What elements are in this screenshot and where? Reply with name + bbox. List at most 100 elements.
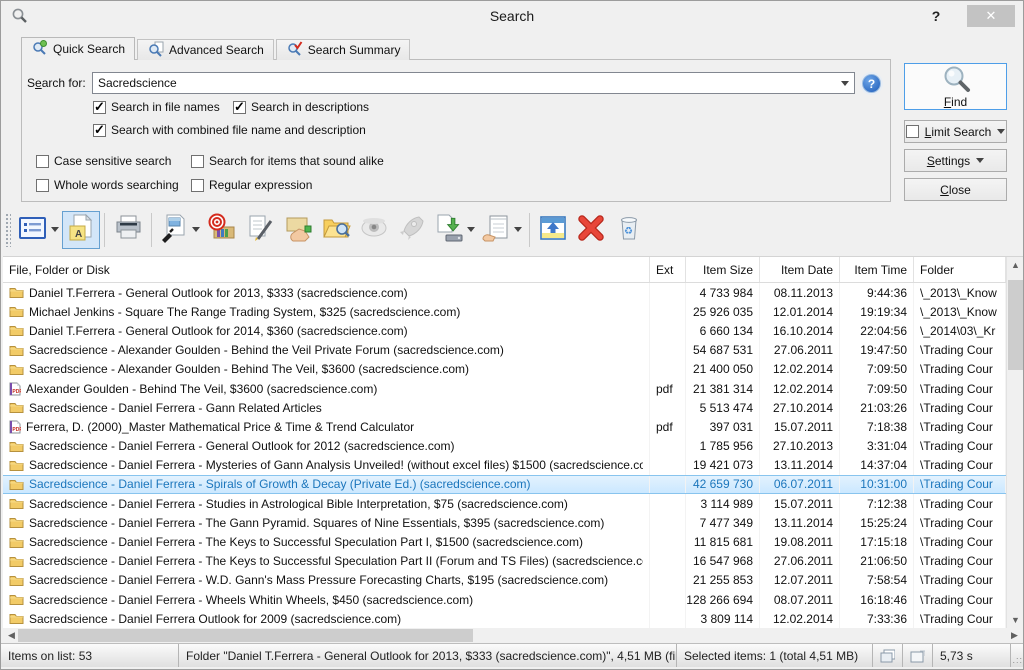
close-window-button[interactable]: ✕ [967, 5, 1015, 27]
cell-date: 16.10.2014 [760, 321, 840, 340]
remove-from-list-button[interactable] [572, 211, 610, 249]
table-row[interactable]: PDFAlexander Goulden - Behind The Veil, … [3, 379, 1006, 398]
item-name: Sacredscience - Alexander Goulden - Behi… [29, 362, 469, 376]
close-button[interactable]: Close [904, 178, 1007, 201]
scroll-right-icon[interactable]: ▶ [1006, 628, 1023, 643]
search-input[interactable]: Sacredscience [92, 72, 855, 94]
chevron-down-icon[interactable] [514, 227, 522, 232]
cell-name: Sacredscience - Daniel Ferrera - General… [3, 437, 650, 456]
unchecked-checkbox-icon[interactable] [36, 179, 49, 192]
table-row[interactable]: Sacredscience - Daniel Ferrera Outlook f… [3, 609, 1006, 628]
copy-to-disk-button[interactable] [431, 211, 478, 249]
unchecked-checkbox-icon[interactable] [191, 179, 204, 192]
table-row[interactable]: Sacredscience - Daniel Ferrera - Spirals… [3, 475, 1006, 494]
edit-description-button[interactable] [241, 211, 279, 249]
column-header-item-size[interactable]: Item Size [686, 257, 760, 282]
table-row[interactable]: Sacredscience - Daniel Ferrera - The Gan… [3, 513, 1006, 532]
checked-checkbox-icon[interactable] [233, 101, 246, 114]
scroll-up-icon[interactable]: ▲ [1007, 257, 1024, 274]
table-row[interactable]: Sacredscience - Daniel Ferrera - Gann Re… [3, 398, 1006, 417]
delete-button[interactable]: ♻ [610, 211, 648, 249]
unchecked-checkbox-icon[interactable] [36, 155, 49, 168]
table-row[interactable]: Sacredscience - Daniel Ferrera - The Key… [3, 552, 1006, 571]
table-row[interactable]: PDFFerrera, D. (2000)_Master Mathematica… [3, 417, 1006, 436]
browse-folder-button[interactable] [317, 211, 355, 249]
cell-name: Michael Jenkins - Square The Range Tradi… [3, 302, 650, 321]
tab-search-summary[interactable]: Search Summary [276, 39, 411, 60]
table-row[interactable]: Sacredscience - Daniel Ferrera - W.D. Ga… [3, 571, 1006, 590]
print-button[interactable] [109, 211, 147, 249]
svg-text:PDF: PDF [12, 389, 21, 395]
column-header-file-folder-or-disk[interactable]: File, Folder or Disk [3, 257, 650, 282]
vertical-scrollbar[interactable]: ▲ ▼ [1006, 257, 1023, 629]
checkbox-case-sensitive-search[interactable]: Case sensitive search [36, 154, 191, 168]
table-row[interactable]: Sacredscience - Daniel Ferrera - Studies… [3, 494, 1006, 513]
cell-size: 19 421 073 [686, 456, 760, 475]
table-row[interactable]: Daniel T.Ferrera - General Outlook for 2… [3, 321, 1006, 340]
unchecked-checkbox-icon[interactable] [191, 155, 204, 168]
new-folder-icon[interactable] [903, 644, 933, 667]
checked-checkbox-icon[interactable] [93, 124, 106, 137]
table-row[interactable]: Sacredscience - Daniel Ferrera - Wheels … [3, 590, 1006, 609]
table-row[interactable]: Michael Jenkins - Square The Range Tradi… [3, 302, 1006, 321]
cell-folder: \Trading Cour [914, 417, 1006, 436]
tab-quick-search[interactable]: Quick Search [21, 37, 135, 60]
table-row[interactable]: Sacredscience - Daniel Ferrera - The Key… [3, 532, 1006, 551]
table-row[interactable]: Sacredscience - Daniel Ferrera - General… [3, 437, 1006, 456]
checkbox-search-in-descriptions[interactable]: Search in descriptions [233, 100, 369, 114]
chevron-down-icon[interactable] [51, 227, 59, 232]
export-button[interactable] [156, 211, 203, 249]
magnifier-icon [941, 64, 971, 94]
checkbox-label: Whole words searching [54, 178, 179, 192]
vertical-scroll-thumb[interactable] [1008, 280, 1023, 370]
column-header-item-date[interactable]: Item Date [760, 257, 840, 282]
help-button[interactable]: ? [923, 5, 949, 27]
horizontal-scrollbar[interactable]: ◀ ▶ [3, 628, 1023, 643]
move-item-button[interactable] [279, 211, 317, 249]
checkbox-search-for-items-that-sound-alike[interactable]: Search for items that sound alike [191, 154, 384, 168]
limit-search-checkbox[interactable] [906, 125, 919, 138]
table-row[interactable]: Sacredscience - Daniel Ferrera - Mysteri… [3, 456, 1006, 475]
cell-size: 1 785 956 [686, 437, 760, 456]
resize-grip[interactable]: .:: [1011, 644, 1024, 667]
column-header-item-time[interactable]: Item Time [840, 257, 914, 282]
checkbox-search-in-file-names[interactable]: Search in file names [93, 100, 233, 114]
folder-panel-icon[interactable] [873, 644, 903, 667]
item-name: Sacredscience - Daniel Ferrera - Wheels … [29, 593, 473, 607]
search-history-dropdown[interactable] [836, 73, 854, 93]
toolbar-grip[interactable] [5, 213, 11, 247]
title-bar[interactable]: Search ? ✕ [1, 1, 1023, 31]
cell-folder: \Trading Cour [914, 360, 1006, 379]
cell-time: 22:04:56 [840, 321, 914, 340]
cell-ext [650, 437, 686, 456]
checkbox-regular-expression[interactable]: Regular expression [191, 178, 312, 192]
checked-checkbox-icon[interactable] [93, 101, 106, 114]
horizontal-scroll-thumb[interactable] [18, 629, 473, 642]
tab-advanced-search[interactable]: Advanced Search [137, 39, 274, 60]
column-header-folder[interactable]: Folder [914, 257, 1006, 282]
show-in-main-window-button[interactable] [534, 211, 572, 249]
chevron-down-icon[interactable] [192, 227, 200, 232]
table-row[interactable]: Sacredscience - Alexander Goulden - Behi… [3, 341, 1006, 360]
column-header-ext[interactable]: Ext [650, 257, 686, 282]
cell-date: 12.02.2014 [760, 360, 840, 379]
folder-search-icon [321, 213, 351, 246]
loan-manager-button[interactable] [478, 211, 525, 249]
search-help-icon[interactable]: ? [862, 74, 881, 93]
table-row[interactable]: Sacredscience - Alexander Goulden - Behi… [3, 360, 1006, 379]
cell-name: Daniel T.Ferrera - General Outlook for 2… [3, 283, 650, 302]
limit-search-button[interactable]: Limit Search [904, 120, 1007, 143]
folder-icon [9, 574, 24, 587]
checkbox-whole-words-searching[interactable]: Whole words searching [36, 178, 191, 192]
table-row[interactable]: Daniel T.Ferrera - General Outlook for 2… [3, 283, 1006, 302]
checkbox-search-with-combined-file-name-and-description[interactable]: Search with combined file name and descr… [93, 123, 366, 137]
find-button[interactable]: Find [904, 63, 1007, 110]
show-descriptions-button[interactable]: A [62, 211, 100, 249]
scroll-down-icon[interactable]: ▼ [1007, 612, 1024, 629]
settings-button[interactable]: Settings [904, 149, 1007, 172]
locate-in-catalog-button[interactable] [203, 211, 241, 249]
view-options-button[interactable] [15, 211, 62, 249]
cell-name: Sacredscience - Daniel Ferrera - Wheels … [3, 590, 650, 609]
svg-text:PDF: PDF [12, 427, 21, 433]
chevron-down-icon[interactable] [467, 227, 475, 232]
